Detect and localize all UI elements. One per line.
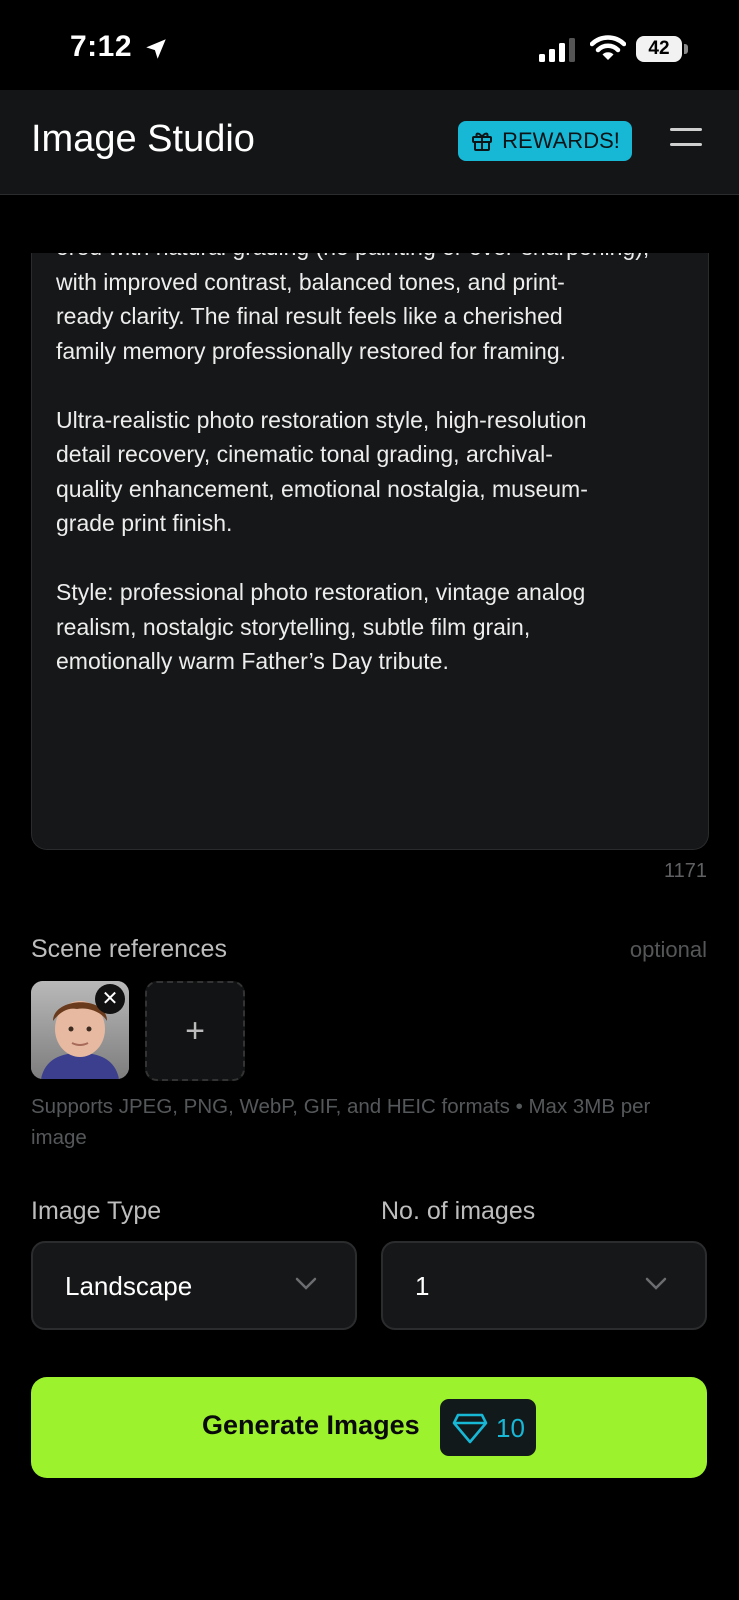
num-images-select[interactable]: 1: [381, 1241, 707, 1330]
battery-level: 42: [636, 36, 682, 62]
cost-badge: 10: [440, 1399, 536, 1456]
status-bar: 7:12 42: [0, 0, 739, 90]
num-images-value: 1: [415, 1271, 430, 1301]
generate-images-label: Generate Images: [202, 1410, 420, 1440]
remove-reference-button[interactable]: ✕: [95, 984, 125, 1014]
battery-tip: [684, 44, 688, 54]
wifi-icon: [590, 35, 626, 60]
battery-indicator: 42: [636, 36, 688, 62]
image-type-select[interactable]: Landscape: [31, 1241, 357, 1330]
character-count: 1171: [663, 860, 707, 882]
gift-icon: [472, 132, 493, 151]
image-type-label: Image Type: [31, 1197, 162, 1225]
supported-formats-text: Supports JPEG, PNG, WebP, GIF, and HEIC …: [31, 1095, 651, 1149]
add-reference-button[interactable]: +: [145, 981, 245, 1081]
page-title: Image Studio: [31, 118, 255, 160]
cost-value: 10: [496, 1413, 525, 1443]
scene-references-label: Scene references: [31, 935, 227, 963]
location-arrow-icon: [146, 39, 166, 59]
hamburger-menu-icon[interactable]: [670, 128, 702, 154]
status-time: 7:12: [70, 30, 133, 63]
rewards-button[interactable]: REWARDS!: [458, 121, 632, 161]
image-type-value: Landscape: [65, 1271, 193, 1301]
chevron-down-icon: [645, 1277, 667, 1290]
app-header: Image Studio REWARDS!: [0, 90, 739, 195]
prompt-text[interactable]: ored with natural grading (no painting o…: [56, 253, 686, 679]
chevron-down-icon: [295, 1277, 317, 1290]
prompt-textarea[interactable]: ored with natural grading (no painting o…: [31, 253, 709, 850]
num-images-label: No. of images: [381, 1197, 536, 1225]
optional-label: optional: [629, 937, 707, 962]
rewards-label: REWARDS!: [502, 128, 620, 153]
gem-icon: [452, 1413, 488, 1444]
generate-images-button[interactable]: Generate Images 10: [31, 1377, 707, 1478]
cellular-signal-icon: [539, 38, 575, 62]
